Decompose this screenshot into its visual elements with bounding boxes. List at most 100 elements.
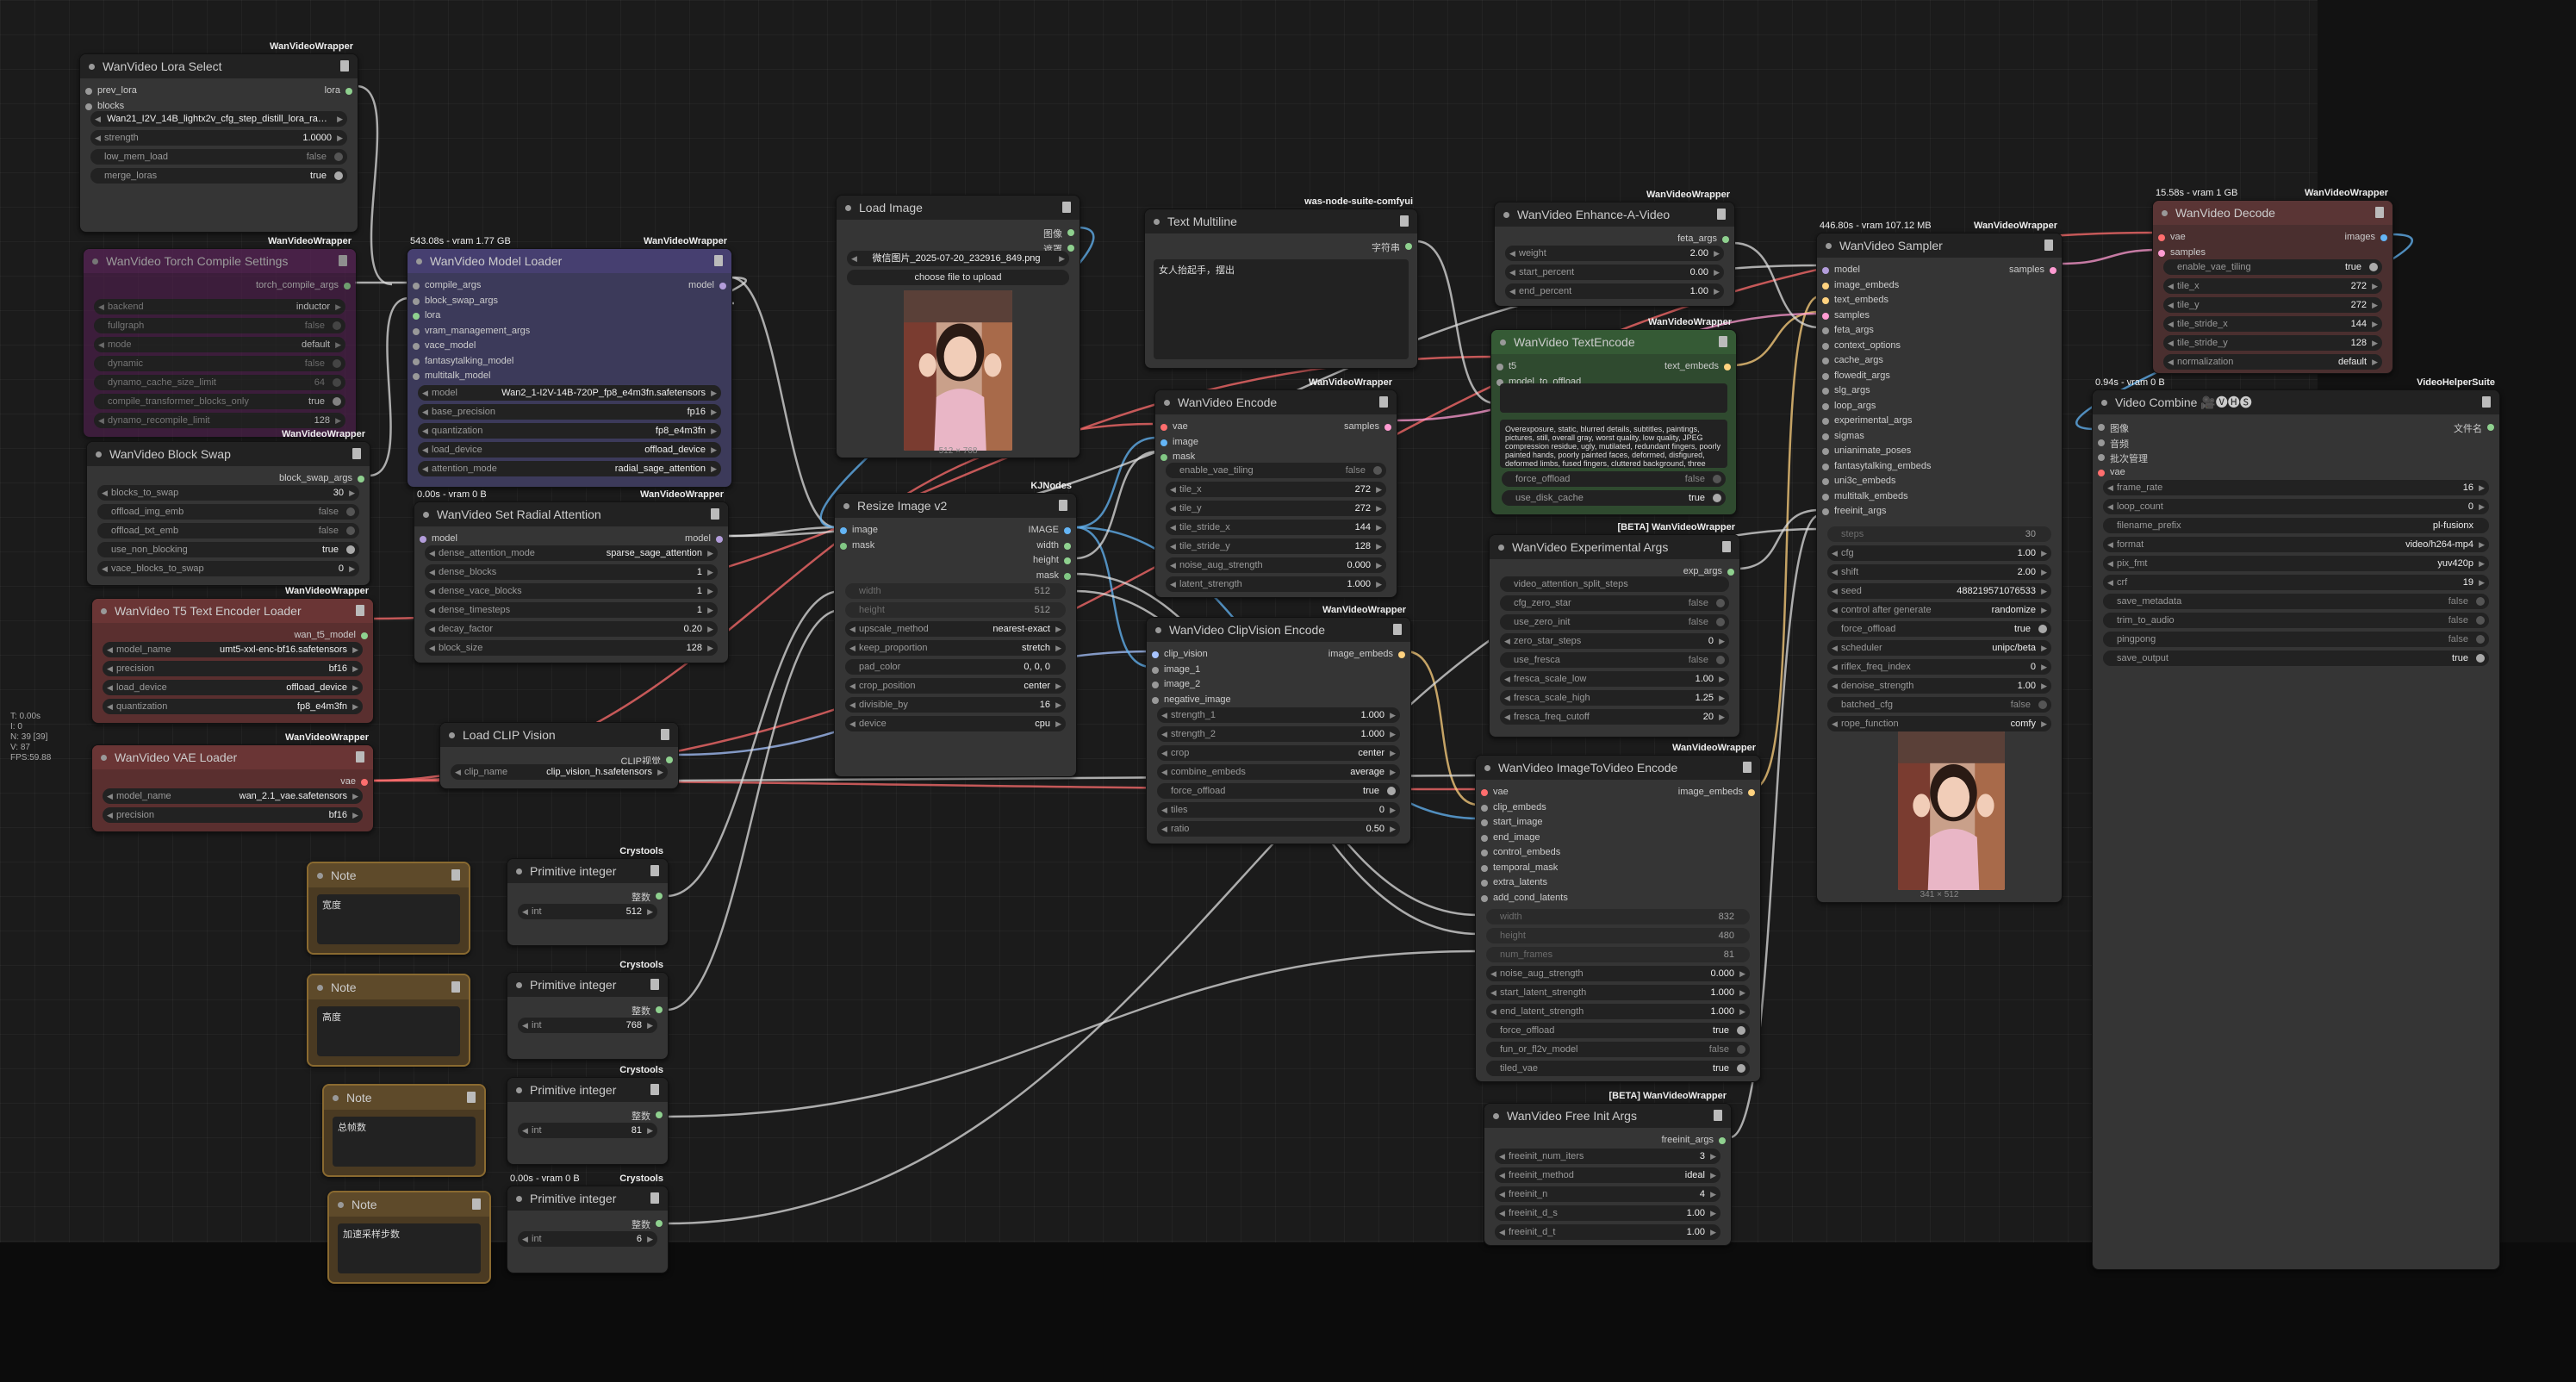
- node-badge-icon[interactable]: [356, 751, 364, 763]
- wire-link[interactable]: [666, 949, 1479, 1118]
- widget-save-metadata[interactable]: save_metadata false: [2103, 594, 2489, 609]
- textenc-header[interactable]: WanVideo TextEncode: [1491, 330, 1736, 354]
- arrow-left-icon[interactable]: ◀: [107, 807, 113, 823]
- slot-port-icon[interactable]: [2487, 424, 2494, 431]
- toggle-knob-icon[interactable]: [333, 321, 341, 330]
- collapse-dot-icon[interactable]: [516, 982, 522, 988]
- arrow-left-icon[interactable]: ◀: [429, 621, 435, 637]
- collapse-dot-icon[interactable]: [1484, 765, 1490, 771]
- input-slot-vae[interactable]: vae: [2158, 232, 2186, 242]
- node-badge-icon[interactable]: [1400, 215, 1409, 227]
- prim1-header[interactable]: Primitive integer: [507, 859, 668, 883]
- collapse-dot-icon[interactable]: [2101, 400, 2107, 406]
- arrow-left-icon[interactable]: ◀: [2107, 480, 2113, 495]
- node-badge-icon[interactable]: [714, 255, 723, 266]
- output-slot-width[interactable]: width: [1036, 540, 1071, 551]
- arrow-left-icon[interactable]: ◀: [1832, 659, 1838, 675]
- arrow-left-icon[interactable]: ◀: [1832, 640, 1838, 656]
- slot-port-icon[interactable]: [1160, 439, 1167, 446]
- arrow-left-icon[interactable]: ◀: [849, 678, 856, 694]
- slot-port-icon[interactable]: [1152, 651, 1159, 658]
- input-slot-freeinit-args[interactable]: freeinit_args: [1822, 506, 1887, 516]
- slot-port-icon[interactable]: [1822, 342, 1829, 350]
- slot-port-icon[interactable]: [413, 343, 420, 350]
- arrow-right-icon[interactable]: ▶: [1719, 671, 1725, 687]
- arrow-right-icon[interactable]: ▶: [707, 621, 713, 637]
- input-slot-uni3c-embeds[interactable]: uni3c_embeds: [1822, 476, 1896, 486]
- prim1-node[interactable]: Primitive integer 整数 ◀ ▶ int 512: [507, 858, 669, 946]
- widget-frame-rate[interactable]: ◀ ▶ frame_rate 16: [2103, 480, 2489, 495]
- node-badge-icon[interactable]: [451, 869, 460, 881]
- collapse-dot-icon[interactable]: [1154, 219, 1160, 225]
- sampler-header[interactable]: WanVideo Sampler: [1817, 233, 2062, 258]
- widget-use-disk-cache[interactable]: use_disk_cache true: [1502, 490, 1726, 506]
- output-slot-samples[interactable]: samples: [1344, 421, 1391, 432]
- input-slot-unianimate-poses[interactable]: unianimate_poses: [1822, 445, 1911, 456]
- node-badge-icon[interactable]: [650, 1084, 659, 1095]
- widget-rope-function[interactable]: ◀ ▶ rope_function comfy: [1827, 716, 2051, 731]
- arrow-left-icon[interactable]: ◀: [1504, 709, 1510, 725]
- widget-strength-1[interactable]: ◀ ▶ strength_1 1.000: [1157, 707, 1400, 723]
- slot-port-icon[interactable]: [2158, 249, 2165, 257]
- collapse-dot-icon[interactable]: [449, 732, 455, 738]
- toggle-knob-icon[interactable]: [333, 359, 341, 368]
- arrow-right-icon[interactable]: ▶: [2041, 659, 2047, 675]
- arrow-left-icon[interactable]: ◀: [1499, 1149, 1505, 1164]
- slot-port-icon[interactable]: [1822, 327, 1829, 334]
- widget-model-name[interactable]: ◀ ▶ model_name umt5-xxl-enc-bf16.safetensor…: [103, 642, 363, 657]
- arrow-left-icon[interactable]: ◀: [1170, 482, 1176, 497]
- prim3-header[interactable]: Primitive integer: [507, 1078, 668, 1102]
- widget-use-zero-init[interactable]: use_zero_init false: [1500, 614, 1729, 630]
- widget-video-attention-split-steps[interactable]: video_attention_split_steps: [1500, 576, 1729, 592]
- arrow-left-icon[interactable]: ◀: [422, 385, 428, 401]
- arrow-left-icon[interactable]: ◀: [2107, 537, 2113, 552]
- resize-node[interactable]: Resize Image v2 image mask IMAGE width height…: [834, 493, 1077, 777]
- negative-prompt-field[interactable]: Overexposure, static, blurred details, s…: [1500, 420, 1727, 468]
- widget-mode[interactable]: ◀ ▶ mode default: [94, 337, 345, 352]
- slot-port-icon[interactable]: [1481, 864, 1488, 872]
- arrow-right-icon[interactable]: ▶: [707, 545, 713, 561]
- arrow-right-icon[interactable]: ▶: [1390, 707, 1396, 723]
- clipenc-node[interactable]: WanVideo ClipVision Encode clip_vision ima…: [1146, 617, 1411, 844]
- arrow-right-icon[interactable]: ▶: [1376, 576, 1382, 592]
- widget-load-device[interactable]: ◀ ▶ load_device offload_device: [103, 680, 363, 695]
- clip-node[interactable]: Load CLIP Vision CLIP视觉 ◀ ▶ clip_name clip_vi…: [439, 722, 679, 789]
- widget-noise-aug-strength[interactable]: ◀ ▶ noise_aug_strength 0.000: [1166, 557, 1386, 573]
- wire-link[interactable]: [368, 296, 410, 477]
- arrow-left-icon[interactable]: ◀: [422, 404, 428, 420]
- widget-ratio[interactable]: ◀ ▶ ratio 0.50: [1157, 821, 1400, 837]
- arrow-right-icon[interactable]: ▶: [711, 423, 717, 439]
- input-slot-t5[interactable]: t5: [1496, 361, 1516, 371]
- arrow-left-icon[interactable]: ◀: [522, 1123, 528, 1138]
- arrow-left-icon[interactable]: ◀: [2107, 499, 2113, 514]
- input-slot-clip-vision[interactable]: clip_vision: [1152, 649, 1208, 659]
- slot-port-icon[interactable]: [85, 103, 92, 110]
- widget-normalization[interactable]: ◀ ▶ normalization default: [2163, 354, 2382, 370]
- input-slot-model[interactable]: model: [1822, 265, 1860, 275]
- arrow-right-icon[interactable]: ▶: [349, 485, 355, 501]
- widget-wan21-i2v-14b-lightx2v-cfg-step-distill-lora-ra[interactable]: ◀ ▶ Wan21_I2V_14B_lightx2v_cfg_step_distil…: [90, 111, 347, 127]
- arrow-left-icon[interactable]: ◀: [98, 413, 104, 428]
- slot-port-icon[interactable]: [420, 536, 426, 543]
- arrow-left-icon[interactable]: ◀: [1170, 557, 1176, 573]
- slot-port-icon[interactable]: [1822, 267, 1829, 274]
- arrow-right-icon[interactable]: ▶: [2479, 480, 2485, 495]
- arrow-right-icon[interactable]: ▶: [337, 111, 343, 127]
- arrow-right-icon[interactable]: ▶: [1390, 802, 1396, 818]
- output-slot-item[interactable]: 整数: [632, 1109, 663, 1123]
- widget-dynamo-cache-size-limit[interactable]: dynamo_cache_size_limit 64: [94, 375, 345, 390]
- widget-tile-y[interactable]: ◀ ▶ tile_y 272: [2163, 297, 2382, 313]
- input-slot-sigmas[interactable]: sigmas: [1822, 431, 1864, 441]
- arrow-right-icon[interactable]: ▶: [1714, 283, 1720, 299]
- widget-freeinit-n[interactable]: ◀ ▶ freeinit_n 4: [1495, 1186, 1720, 1202]
- input-slot-blocks[interactable]: blocks: [85, 101, 124, 111]
- arrow-left-icon[interactable]: ◀: [429, 564, 435, 580]
- output-slot-image-embeds[interactable]: image_embeds: [1678, 787, 1755, 797]
- input-slot-mask[interactable]: mask: [1160, 451, 1195, 462]
- input-slot-image-2[interactable]: image_2: [1152, 679, 1200, 689]
- arrow-left-icon[interactable]: ◀: [2168, 297, 2174, 313]
- wire-link[interactable]: [356, 84, 393, 286]
- input-slot-loop-args[interactable]: loop_args: [1822, 401, 1876, 411]
- slot-port-icon[interactable]: [2098, 469, 2105, 476]
- output-slot-item[interactable]: 整数: [632, 890, 663, 904]
